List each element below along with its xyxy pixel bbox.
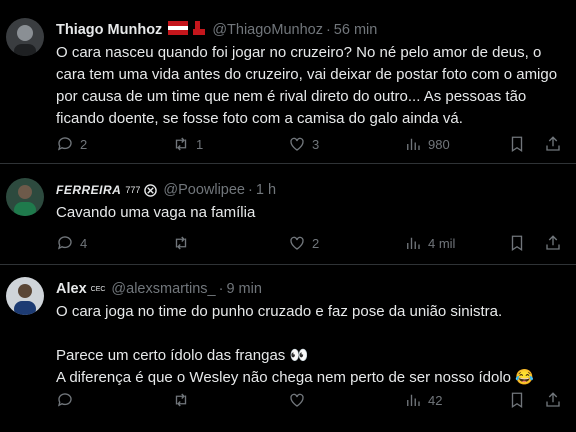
tweet[interactable]: FERREIRA 777 @Poowlipee · 1 h Cavando um…	[0, 164, 576, 265]
retweet-button[interactable]	[172, 391, 288, 409]
reply-icon	[57, 393, 72, 407]
handle[interactable]: @alexsmartins_	[111, 281, 215, 297]
avatar[interactable]	[6, 277, 44, 315]
tweet-header: Alex CEC @alexsmartins_ · 9 min	[56, 279, 564, 299]
tweet[interactable]: Thiago Munhoz @ThiagoMunhoz · 56 min O c…	[0, 0, 576, 164]
retweet-icon	[175, 137, 187, 151]
views-icon	[407, 394, 420, 406]
like-button[interactable]: 2	[288, 234, 404, 252]
separator: ·	[218, 281, 224, 297]
bookmark-button[interactable]	[508, 135, 544, 153]
tweet-text-line	[56, 323, 564, 345]
bookmark-icon	[511, 392, 523, 409]
timestamp[interactable]: 1 h	[256, 182, 276, 198]
reply-count: 4	[80, 235, 88, 251]
display-name[interactable]: Thiago Munhoz	[56, 22, 162, 38]
heart-icon	[290, 393, 304, 407]
tweet[interactable]: Alex CEC @alexsmartins_ · 9 min O cara j…	[0, 265, 576, 432]
avatar[interactable]	[6, 178, 44, 216]
like-button[interactable]	[288, 391, 404, 409]
reply-button[interactable]: 4	[56, 234, 172, 252]
heart-icon	[290, 236, 304, 250]
reply-count: 2	[80, 136, 88, 152]
reply-icon	[57, 236, 72, 250]
tweet-text: O cara joga no time do punho cruzado e f…	[56, 301, 564, 389]
tweet-actions: 2 1 3 980	[56, 133, 576, 155]
share-icon	[546, 235, 560, 250]
boot-icon	[192, 20, 206, 40]
share-button[interactable]	[544, 234, 562, 252]
bookmark-button[interactable]	[508, 391, 544, 409]
retweet-button[interactable]: 1	[172, 135, 288, 153]
flag-icon	[168, 21, 189, 39]
heart-icon	[290, 137, 304, 151]
handle[interactable]: @ThiagoMunhoz	[212, 22, 323, 38]
display-name[interactable]: FERREIRA	[56, 183, 121, 197]
share-icon	[546, 392, 560, 407]
share-button[interactable]	[544, 135, 562, 153]
tweet-header: FERREIRA 777 @Poowlipee · 1 h	[56, 180, 564, 200]
like-count: 3	[312, 136, 320, 152]
display-name[interactable]: Alex	[56, 281, 87, 297]
name-badge: 777	[125, 185, 141, 195]
tweet-text-line: Parece um certo ídolo das frangas 👀	[56, 347, 309, 364]
share-icon	[546, 136, 560, 151]
retweet-icon	[175, 393, 187, 407]
view-count: 980	[428, 136, 450, 152]
shield-icon	[144, 183, 158, 197]
tweet-text-line: A diferença é que o Wesley não chega nem…	[56, 369, 534, 386]
separator: ·	[325, 22, 331, 38]
views-button[interactable]: 980	[404, 135, 508, 153]
retweet-count: 1	[196, 136, 204, 152]
view-count: 42	[428, 392, 443, 408]
views-icon	[407, 138, 420, 150]
reply-icon	[57, 137, 72, 151]
views-button[interactable]: 4 mil	[404, 234, 508, 252]
bookmark-button[interactable]	[508, 234, 544, 252]
name-badge: CEC	[90, 285, 106, 293]
views-icon	[407, 237, 420, 249]
views-button[interactable]: 42	[404, 391, 508, 409]
separator: ·	[248, 182, 253, 198]
like-button[interactable]: 3	[288, 135, 404, 153]
tweet-actions: 4 2 4 mil	[56, 232, 576, 254]
tweet-text: O cara nasceu quando foi jogar no cruzei…	[56, 44, 558, 127]
bookmark-icon	[511, 136, 523, 153]
handle[interactable]: @Poowlipee	[163, 182, 245, 198]
tweet-text-line: O cara joga no time do punho cruzado e f…	[56, 303, 503, 320]
share-button[interactable]	[544, 391, 562, 409]
tweet-actions: 42	[56, 389, 576, 411]
timestamp[interactable]: 56 min	[334, 22, 378, 38]
reply-button[interactable]: 2	[56, 135, 172, 153]
avatar[interactable]	[6, 18, 44, 56]
view-count: 4 mil	[428, 235, 456, 251]
retweet-icon	[175, 236, 187, 250]
bookmark-icon	[511, 235, 523, 252]
retweet-button[interactable]	[172, 234, 288, 252]
timestamp[interactable]: 9 min	[226, 281, 261, 297]
reply-button[interactable]	[56, 391, 172, 409]
tweet-text: Cavando uma vaga na família	[56, 204, 256, 221]
like-count: 2	[312, 235, 320, 251]
tweet-header: Thiago Munhoz @ThiagoMunhoz · 56 min	[56, 20, 564, 40]
